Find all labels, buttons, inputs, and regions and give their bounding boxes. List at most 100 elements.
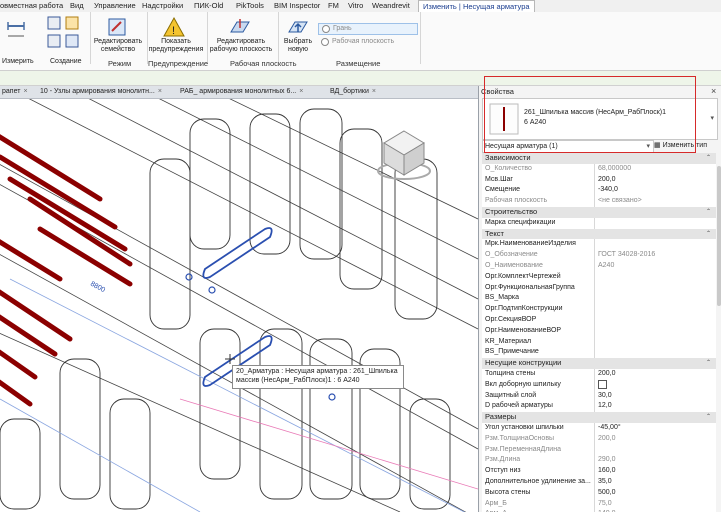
measure-icon[interactable]: [6, 18, 26, 42]
edit-workplane-icon[interactable]: [229, 16, 251, 38]
divider: [420, 12, 421, 64]
property-value[interactable]: 30,0: [594, 390, 718, 402]
tab-view[interactable]: Вид: [70, 0, 84, 12]
warning-icon[interactable]: !: [163, 16, 185, 38]
viewcube-icon[interactable]: [372, 123, 436, 187]
property-value: 68,000000: [594, 163, 718, 175]
property-name: Мсв.Шаг: [485, 175, 513, 183]
tab-vitro[interactable]: Vitro: [348, 0, 363, 12]
property-value: 200,0: [594, 433, 718, 445]
property-value[interactable]: -45,00°: [594, 423, 718, 434]
instance-filter[interactable]: Несущая арматура (1) ▾: [482, 140, 654, 153]
property-name: Дополнительное удлинение за...: [485, 478, 591, 485]
close-icon[interactable]: ×: [711, 86, 716, 96]
property-value[interactable]: [594, 271, 718, 283]
tab-bim-inspector[interactable]: BIM Inspector: [274, 0, 320, 12]
checkbox-icon[interactable]: [598, 379, 607, 389]
property-name: KR_Материал: [485, 337, 532, 345]
close-icon[interactable]: ×: [158, 88, 162, 95]
property-value[interactable]: 160,0: [594, 466, 718, 477]
edit-family-label: Редактировать семейство: [93, 38, 143, 53]
collapse-icon[interactable]: ⌃: [706, 412, 711, 423]
property-name: Орг.НаименованиеВОР: [485, 326, 562, 334]
edit-type-button[interactable]: ▦ Изменить тип: [654, 140, 716, 151]
property-value[interactable]: [594, 336, 718, 348]
tab-fm[interactable]: FM: [328, 0, 339, 12]
property-value[interactable]: [594, 293, 718, 305]
type-selector[interactable]: 261_Шпилька массив (НесАрм_РабПлоск)1 6 …: [482, 98, 718, 140]
instance-filter-label: Несущая арматура (1): [485, 143, 558, 150]
choose-new-label: Выбрать новую: [283, 38, 313, 53]
work-plane-label: Рабочая плоскость: [332, 38, 395, 45]
property-name: Защитный слой: [485, 391, 537, 399]
property-value[interactable]: [594, 315, 718, 326]
tab-addins[interactable]: Надстройки: [142, 0, 183, 12]
property-value[interactable]: [594, 282, 718, 294]
property-value: [594, 444, 718, 456]
choose-new-icon[interactable]: [287, 16, 309, 38]
property-checkbox[interactable]: [594, 379, 718, 391]
doc-tab[interactable]: 10 - Узлы армирования монолитн... ×: [40, 86, 162, 98]
close-icon[interactable]: ×: [23, 88, 27, 95]
chevron-down-icon[interactable]: ▾: [710, 114, 714, 122]
property-value[interactable]: [594, 304, 718, 315]
scrollbar-thumb[interactable]: [717, 166, 721, 306]
property-name: Мрк.НаименованиеИзделия: [485, 240, 576, 248]
property-name: О_Количество: [485, 164, 532, 172]
radio-icon: [322, 25, 330, 33]
collapse-icon[interactable]: ⌃: [706, 207, 711, 218]
3d-viewport[interactable]: 8800 20_Арматура : Несущая арматура : 26…: [0, 99, 478, 512]
tab-pik-old[interactable]: ПИК-Old: [194, 0, 223, 12]
edit-family-icon[interactable]: [106, 16, 128, 38]
property-value[interactable]: 200,0: [594, 369, 718, 380]
radio-icon: [321, 38, 329, 46]
rebar-type-thumbnail-icon: [489, 103, 519, 135]
property-value: А240: [594, 261, 718, 272]
property-name: Отступ низ: [485, 467, 521, 475]
tab-weandrevit[interactable]: Weandrevit: [372, 0, 410, 12]
collapse-icon[interactable]: ⌃: [706, 358, 711, 369]
doc-tab[interactable]: РАБ_ армирования монолитных 6... ×: [180, 86, 303, 98]
property-name: BS_Марка: [485, 294, 520, 302]
property-name: Угол установки шпильки: [485, 424, 564, 431]
property-value[interactable]: 35,0: [594, 477, 718, 488]
face-option[interactable]: Грань: [318, 23, 418, 35]
property-name: Орг.ФункциональнаяГруппа: [485, 283, 575, 291]
close-icon[interactable]: ×: [299, 88, 303, 95]
property-value: 75,0: [594, 498, 718, 510]
properties-grid: Зависимости ⌃ О_Количество 68,000000 Мсв.Шаг…: [479, 153, 721, 512]
property-name: Рзм.Длина: [485, 456, 521, 464]
work-plane-option[interactable]: Рабочая плоскость: [318, 37, 416, 47]
section-title: Строительство: [485, 207, 538, 216]
property-value[interactable]: [594, 239, 718, 251]
tab-manage[interactable]: Управление: [94, 0, 136, 12]
property-name: Марка спецификации: [485, 218, 556, 226]
property-value[interactable]: 12,0: [594, 401, 718, 413]
face-label: Грань: [333, 25, 352, 32]
property-name: Орг.ПодтипКонструкции: [485, 305, 563, 313]
doc-tab-label: 10 - Узлы армирования монолитн...: [40, 88, 155, 95]
divider: [90, 12, 91, 64]
property-name: О_Обозначение: [485, 251, 538, 259]
property-value[interactable]: [594, 217, 718, 229]
doc-tab[interactable]: рапет ×: [2, 86, 28, 98]
property-value[interactable]: 200,0: [594, 174, 718, 186]
tab-piktools[interactable]: PikTools: [236, 0, 264, 12]
collapse-icon[interactable]: ⌃: [706, 229, 711, 240]
property-name: Рзм.ТолщинаОсновы: [485, 434, 555, 442]
show-warnings-label: Показать предупреждения: [148, 38, 204, 53]
property-name: D рабочей арматуры: [485, 402, 553, 410]
dimension-text: 8800: [89, 281, 106, 295]
property-value: ГОСТ 34028-2016: [594, 250, 718, 261]
create-icon[interactable]: [46, 15, 82, 51]
tab-collaborate[interactable]: овместная работа: [0, 0, 63, 12]
property-value[interactable]: [594, 347, 718, 359]
property-value[interactable]: 500,0: [594, 487, 718, 499]
property-value[interactable]: -340,0: [594, 185, 718, 197]
type-name: 261_Шпилька массив (НесАрм_РабПлоск)1: [524, 109, 667, 116]
collapse-icon[interactable]: ⌃: [706, 153, 711, 164]
property-value[interactable]: [594, 325, 718, 337]
chevron-down-icon: ▾: [646, 143, 650, 150]
close-icon[interactable]: ×: [372, 88, 376, 95]
doc-tab[interactable]: ВД_бортики ×: [330, 86, 376, 98]
